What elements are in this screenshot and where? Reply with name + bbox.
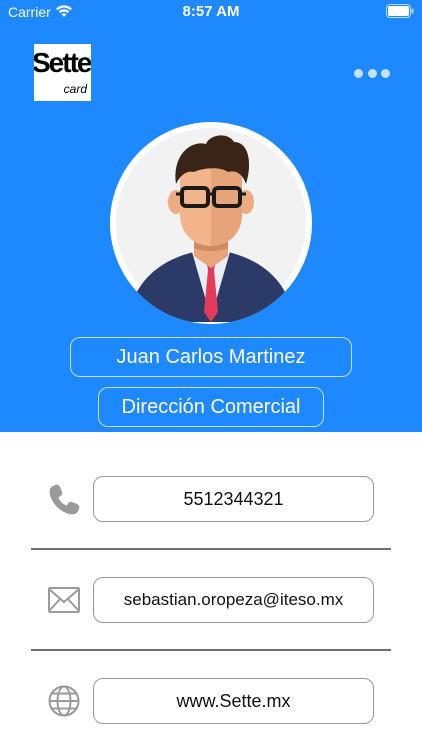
phone-field[interactable]: 5512344321 — [93, 476, 374, 522]
more-options-button[interactable] — [350, 64, 394, 82]
email-field[interactable]: sebastian.oropeza@iteso.mx — [93, 577, 374, 623]
mail-icon[interactable] — [47, 583, 81, 617]
role-field[interactable]: Dirección Comercial — [98, 387, 324, 427]
globe-icon[interactable] — [47, 684, 81, 718]
divider — [31, 649, 391, 651]
logo-wordmark: Sette — [34, 47, 91, 78]
battery-icon — [386, 4, 414, 18]
more-options-icon — [354, 68, 363, 78]
avatar-illustration — [116, 128, 306, 322]
status-bar: Carrier 8:57 AM — [0, 0, 422, 24]
avatar[interactable] — [110, 122, 312, 324]
logo-subtitle: card — [63, 82, 87, 96]
website-field[interactable]: www.Sette.mx — [93, 678, 374, 724]
more-options-icon — [367, 68, 377, 78]
name-field[interactable]: Juan Carlos Martinez — [70, 337, 352, 377]
divider — [31, 548, 391, 550]
app-logo: Sette card — [34, 44, 91, 101]
more-options-icon — [381, 68, 390, 78]
phone-icon[interactable] — [47, 482, 81, 516]
profile-header: Carrier 8:57 AM Sette card Juan Carlos M… — [0, 0, 422, 432]
status-time: 8:57 AM — [182, 3, 240, 20]
